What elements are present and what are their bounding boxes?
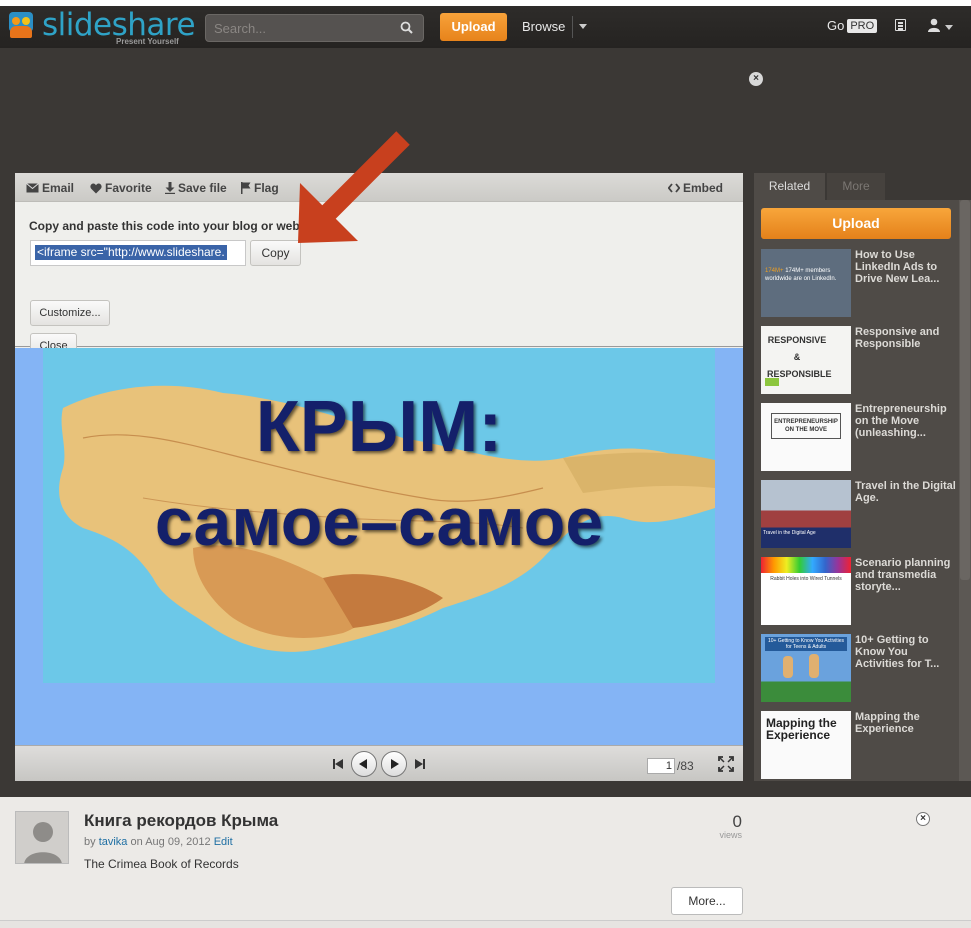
sidebar-upload-button[interactable]: Upload	[761, 208, 951, 239]
related-thumbnail: ENTREPRENEURSHIP ON THE MOVE	[761, 403, 851, 471]
slideshare-logo[interactable]: slideshare	[6, 7, 196, 43]
page-number-input[interactable]: 1	[647, 758, 675, 774]
related-title[interactable]: Scenario planning and transmedia storyte…	[855, 557, 958, 593]
previous-slide-button[interactable]	[351, 751, 377, 777]
ad-close-icon[interactable]: ×	[749, 72, 763, 86]
user-dropdown-icon[interactable]	[945, 25, 953, 30]
page-total: /83	[677, 759, 694, 773]
document-title: Книга рекордов Крыма	[84, 811, 279, 830]
sidebar-scroll-thumb[interactable]	[960, 200, 970, 580]
email-label: Email	[42, 181, 75, 195]
first-slide-icon[interactable]	[333, 759, 343, 769]
related-thumbnail: 174M+ 174M+ members worldwide are on Lin…	[761, 249, 851, 317]
related-item[interactable]: 174M+ 174M+ members worldwide are on Lin…	[761, 249, 956, 317]
search-input[interactable]	[214, 19, 394, 37]
brand-tagline: Present Yourself	[116, 37, 179, 46]
browse-dropdown-icon[interactable]	[579, 24, 587, 29]
slide-title-line2: самое–самое	[154, 484, 604, 560]
heart-icon	[90, 183, 102, 193]
embed-code-selection: <iframe src="http://www.slideshare.	[35, 245, 227, 260]
views-label: views	[719, 830, 742, 840]
related-title[interactable]: 10+ Getting to Know You Activities for T…	[855, 634, 958, 670]
flag-button[interactable]: Flag	[241, 181, 279, 195]
download-icon	[165, 182, 175, 194]
search-icon[interactable]	[400, 21, 413, 39]
slide-title-line1: КРЫМ:	[255, 387, 503, 467]
top-nav: slideshare Present Yourself Upload Brows…	[0, 0, 971, 48]
brand-name: slideshare	[42, 7, 196, 43]
user-icon[interactable]	[927, 18, 941, 37]
save-file-label: Save file	[178, 181, 227, 195]
related-thumbnail: RESPONSIVE & RESPONSIBLE	[761, 326, 851, 394]
related-thumbnail: Mapping the Experience	[761, 711, 851, 779]
related-title[interactable]: How to Use LinkedIn Ads to Drive New Lea…	[855, 249, 958, 285]
last-slide-icon[interactable]	[415, 759, 425, 769]
author-link[interactable]: tavika	[99, 836, 128, 848]
document-description: The Crimea Book of Records	[84, 857, 239, 871]
related-item[interactable]: ENTREPRENEURSHIP ON THE MOVE Entrepreneu…	[761, 403, 956, 471]
embed-instructions: Copy and paste this code into your blog …	[29, 219, 307, 233]
views-count: 0	[732, 812, 742, 831]
related-item[interactable]: RESPONSIVE & RESPONSIBLE Responsive and …	[761, 326, 956, 394]
customize-button[interactable]: Customize...	[30, 300, 110, 326]
go-pro-link[interactable]: Go PRO	[827, 18, 878, 33]
slide-canvas[interactable]: КРЫМ: самое–самое	[15, 348, 743, 745]
slideshare-logo-icon	[6, 10, 36, 40]
email-button[interactable]: Email	[26, 181, 74, 195]
newsfeed-icon[interactable]	[895, 19, 906, 31]
details-close-icon[interactable]: ×	[916, 812, 930, 826]
related-item[interactable]: 10+ Getting to Know You Activities for T…	[761, 634, 956, 702]
tab-related[interactable]: Related	[754, 173, 825, 200]
related-title[interactable]: Entrepreneurship on the Move (unleashing…	[855, 403, 958, 439]
related-title[interactable]: Mapping the Experience	[855, 711, 958, 735]
related-sidebar: Upload 174M+ 174M+ members worldwide are…	[754, 200, 971, 781]
embed-code-field[interactable]: <iframe src="http://www.slideshare.	[30, 240, 246, 266]
browse-menu[interactable]: Browse	[522, 19, 565, 34]
document-byline: by tavika on Aug 09, 2012 Edit	[84, 836, 233, 848]
next-slide-button[interactable]	[381, 751, 407, 777]
related-item[interactable]: Mapping the Experience Mapping the Exper…	[761, 711, 956, 779]
flag-label: Flag	[254, 181, 279, 195]
default-user-icon	[24, 822, 62, 863]
slide-player: Email Favorite Save file Flag Embed Copy…	[15, 173, 743, 781]
upload-button[interactable]: Upload	[440, 13, 507, 41]
edit-link[interactable]: Edit	[214, 836, 233, 848]
tab-more[interactable]: More	[827, 173, 885, 200]
flag-icon	[241, 182, 251, 194]
related-thumbnail: 10+ Getting to Know You Activities for T…	[761, 634, 851, 702]
related-title[interactable]: Travel in the Digital Age.	[855, 480, 958, 504]
upload-date: Aug 09, 2012	[145, 836, 211, 848]
code-icon	[668, 183, 680, 193]
favorite-label: Favorite	[105, 181, 152, 195]
document-details: Книга рекордов Крыма by tavika on Aug 09…	[0, 797, 971, 928]
browse-separator	[572, 16, 573, 38]
pro-badge: PRO	[847, 18, 878, 33]
save-file-button[interactable]: Save file	[165, 181, 227, 195]
related-title[interactable]: Responsive and Responsible	[855, 326, 958, 350]
embed-label: Embed	[683, 181, 724, 195]
search-box	[205, 14, 424, 42]
fullscreen-icon[interactable]	[718, 756, 734, 772]
page-bottom-strip	[0, 920, 971, 928]
related-thumbnail: Travel in the Digital Age	[761, 480, 851, 548]
more-button[interactable]: More...	[671, 887, 743, 915]
related-item[interactable]: Travel in the Digital Age Travel in the …	[761, 480, 956, 548]
related-item[interactable]: Rabbit Holes into Wired Tunnels Scenario…	[761, 557, 956, 625]
favorite-button[interactable]: Favorite	[90, 181, 152, 195]
annotation-arrow-icon	[298, 131, 410, 243]
envelope-icon	[26, 183, 39, 193]
embed-button[interactable]: Embed	[668, 181, 723, 195]
player-controls: 1 /83	[15, 745, 743, 781]
related-thumbnail: Rabbit Holes into Wired Tunnels	[761, 557, 851, 625]
author-avatar[interactable]	[15, 811, 69, 864]
go-label: Go	[827, 18, 845, 33]
